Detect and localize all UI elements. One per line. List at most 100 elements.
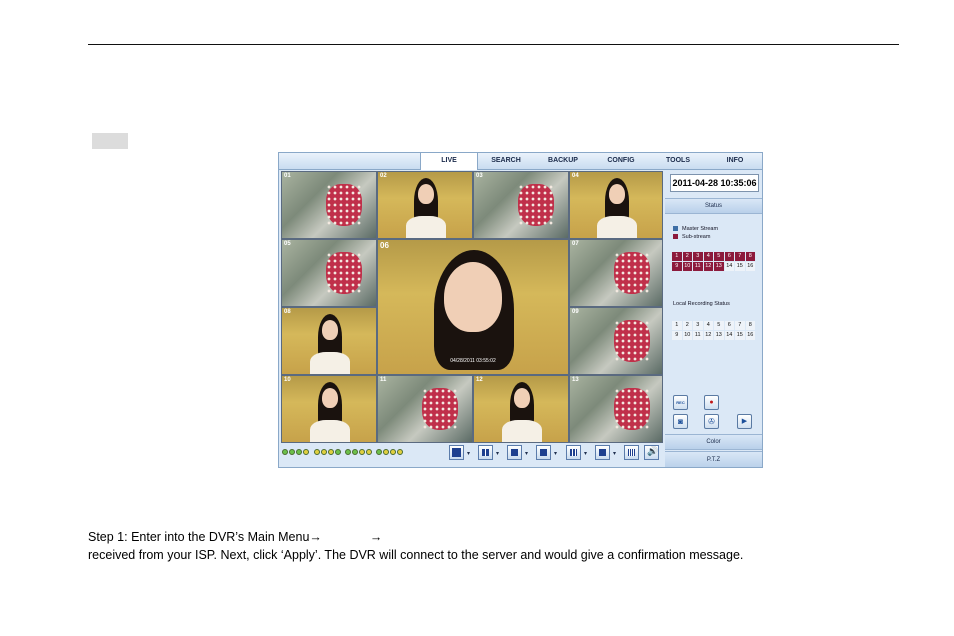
stream-channel-cell: 5 [714, 252, 724, 261]
camera-tile[interactable]: 04 [569, 171, 663, 239]
camera-feed [326, 184, 362, 226]
camera-feed [310, 420, 350, 442]
camera-tile[interactable]: 05 [281, 239, 377, 307]
system-datetime: 2011-04-28 10:35:06 [670, 174, 759, 192]
eight-view-icon [540, 449, 547, 456]
camera-grid: 01 02 03 04 05 07 06 04/28/2011 03:55:02… [281, 171, 663, 443]
camera-tile[interactable]: 01 [281, 171, 377, 239]
camera-number: 05 [284, 241, 291, 247]
stream-channel-cell: 4 [703, 252, 713, 261]
main-tabbar: LIVE SEARCH BACKUP CONFIG TOOLS INFO [279, 153, 762, 170]
film-reel-icon: ✇ [708, 417, 715, 426]
stream-channel-cell: 6 [724, 252, 734, 261]
chevron-down-icon[interactable]: ▾ [584, 450, 587, 457]
arrow-icon: → [309, 530, 322, 544]
tab-info[interactable]: INFO [707, 153, 762, 169]
recording-channel-cell: 12 [703, 331, 713, 340]
camera-tile[interactable]: 11 [377, 375, 473, 443]
camera-main-tile[interactable]: 06 04/28/2011 03:55:02 [377, 239, 569, 375]
tab-search[interactable]: SEARCH [479, 153, 533, 169]
camera-tile[interactable]: 12 [473, 375, 569, 443]
tab-live[interactable]: LIVE [420, 153, 478, 170]
channel-status-dot [296, 449, 302, 455]
layout-6-button[interactable] [507, 445, 522, 460]
color-panel-header[interactable]: Color [665, 434, 762, 450]
camera-feed [609, 184, 625, 204]
ptz-panel-header[interactable]: P.T.Z [665, 451, 762, 467]
recording-channel-cell: 8 [745, 321, 755, 330]
camera-tile[interactable]: 08 [281, 307, 377, 375]
layout-8-button[interactable] [536, 445, 551, 460]
stream-channel-cell: 11 [693, 262, 703, 271]
camera-number: 13 [572, 377, 579, 383]
layout-2x2-button[interactable] [478, 445, 493, 460]
camera-feed [422, 388, 458, 430]
step-text: Step 1: Enter into the DVR’s Main Menu [88, 530, 310, 544]
tab-tools[interactable]: TOOLS [651, 153, 705, 169]
camera-number: 03 [476, 173, 483, 179]
channel-status-dot [359, 449, 365, 455]
tab-config[interactable]: CONFIG [593, 153, 649, 169]
chevron-down-icon[interactable]: ▾ [467, 450, 470, 457]
stream-channel-cell: 8 [745, 252, 755, 261]
speaker-icon: 🔊 [647, 446, 659, 456]
channel-status-dot [390, 449, 396, 455]
camera-tile[interactable]: 10 [281, 375, 377, 443]
sixteen-view-icon [628, 449, 635, 456]
stream-channel-cell: 2 [682, 252, 692, 261]
layout-13-button[interactable] [595, 445, 610, 460]
record-stop-button[interactable]: ● [704, 395, 719, 410]
playback-reel-button[interactable]: ✇ [704, 414, 719, 429]
record-button[interactable]: REC [673, 395, 688, 410]
channel-status-dot [321, 449, 327, 455]
camera-tile[interactable]: 09 [569, 307, 663, 375]
channel-status-dot [366, 449, 372, 455]
audio-button[interactable]: 🔊 [644, 445, 659, 460]
camera-tile[interactable]: 13 [569, 375, 663, 443]
stream-channel-cell: 13 [714, 262, 724, 271]
camera-tile[interactable]: 07 [569, 239, 663, 307]
quad-view-icon [482, 449, 489, 456]
master-stream-swatch [673, 226, 678, 232]
play-icon: ▶ [741, 418, 748, 425]
channel-status-dot [289, 449, 295, 455]
camera-feed [322, 388, 338, 408]
nine-view-icon [570, 449, 577, 456]
six-view-icon [511, 449, 518, 456]
recording-channel-cell: 11 [693, 331, 703, 340]
step-instruction-line2: received from your ISP. Next, click ‘App… [88, 548, 744, 562]
tab-backup[interactable]: BACKUP [535, 153, 591, 169]
play-button[interactable]: ▶ [737, 414, 752, 429]
recording-channel-cell: 4 [703, 321, 713, 330]
channel-status-dot [328, 449, 334, 455]
camera-feed [406, 216, 446, 238]
camera-number: 12 [476, 377, 483, 383]
recording-channel-cell: 16 [745, 331, 755, 340]
status-header[interactable]: Status [665, 198, 762, 214]
recording-channel-cell: 6 [724, 321, 734, 330]
recording-channel-cell: 14 [724, 331, 734, 340]
camera-tile[interactable]: 02 [377, 171, 473, 239]
recording-channel-cell: 1 [672, 321, 682, 330]
layout-9-button[interactable] [566, 445, 581, 460]
camera-feed [502, 420, 542, 442]
camera-number: 04 [572, 173, 579, 179]
camera-number: 11 [380, 377, 387, 383]
legend-master-stream: Master Stream [673, 225, 718, 233]
chevron-down-icon[interactable]: ▾ [554, 450, 557, 457]
chevron-down-icon[interactable]: ▾ [496, 450, 499, 457]
snapshot-button[interactable]: ◙ [673, 414, 688, 429]
chevron-down-icon[interactable]: ▾ [613, 450, 616, 457]
layout-1x1-button[interactable] [449, 445, 464, 460]
local-recording-label: Local Recording Status [673, 301, 730, 307]
channel-status-dot [352, 449, 358, 455]
chevron-down-icon[interactable]: ▾ [525, 450, 528, 457]
layout-16-button[interactable] [624, 445, 639, 460]
highlight-chip [92, 133, 128, 149]
camera-feed [326, 252, 362, 294]
camera-number: 09 [572, 309, 579, 315]
camera-tile[interactable]: 03 [473, 171, 569, 239]
status-sidebar: 2011-04-28 10:35:06 Status Master Stream… [665, 170, 762, 467]
legend-label: Master Stream [682, 226, 719, 232]
camera-number: 07 [572, 241, 579, 247]
